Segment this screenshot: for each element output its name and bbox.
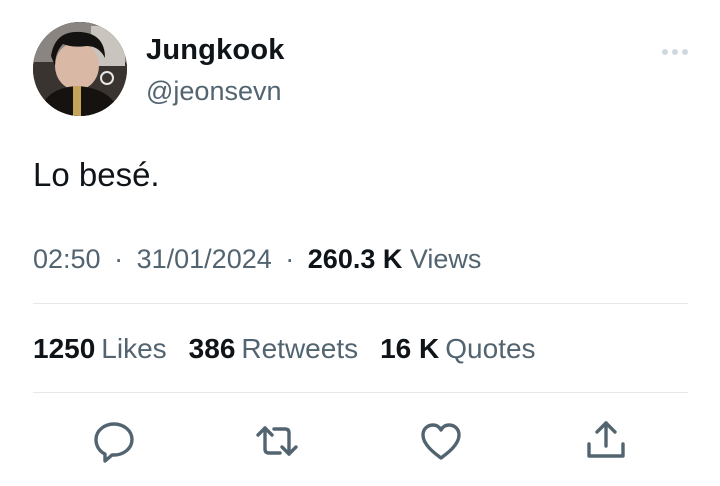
likes-count: 1250: [33, 333, 96, 364]
retweet-button[interactable]: [254, 418, 300, 464]
reply-button[interactable]: [91, 418, 137, 464]
likes-label: Likes: [101, 333, 167, 364]
likes-stat[interactable]: 1250 Likes: [33, 333, 167, 365]
tweet-meta: 02:50 · 31/01/2024 · 260.3 K Views: [33, 244, 481, 275]
heart-icon: [421, 423, 461, 460]
tweet-stats: 1250 Likes 386 Retweets 16 K Quotes: [33, 333, 558, 365]
share-button[interactable]: [583, 418, 629, 464]
quotes-label: Quotes: [445, 333, 536, 364]
retweet-icon: [256, 426, 298, 456]
divider: [33, 303, 688, 304]
more-options-icon[interactable]: [660, 42, 690, 62]
like-button[interactable]: [418, 418, 464, 464]
author-display-name[interactable]: Jungkook: [146, 34, 285, 67]
meta-separator: ·: [285, 244, 295, 274]
retweets-label: Retweets: [241, 333, 359, 364]
tweet-text: Lo besé.: [33, 156, 160, 193]
avatar-photo: [33, 22, 127, 116]
retweets-count: 386: [188, 333, 236, 364]
meta-separator: ·: [114, 244, 124, 274]
author-handle[interactable]: @jeonsevn: [146, 76, 282, 107]
retweets-stat[interactable]: 386 Retweets: [189, 333, 358, 365]
avatar[interactable]: [33, 22, 127, 116]
quotes-count: 16 K: [380, 333, 440, 364]
tweet-time[interactable]: 02:50: [33, 244, 101, 274]
share-icon: [587, 421, 625, 458]
views-label: Views: [409, 244, 482, 274]
tweet-card: Jungkook @jeonsevn Lo besé. 02:50 · 31/0…: [0, 0, 720, 486]
reply-icon: [94, 422, 134, 463]
divider: [33, 392, 688, 393]
tweet-date[interactable]: 31/01/2024: [137, 244, 272, 274]
quotes-stat[interactable]: 16 K Quotes: [380, 333, 535, 365]
views-count: 260.3 K: [307, 244, 403, 274]
